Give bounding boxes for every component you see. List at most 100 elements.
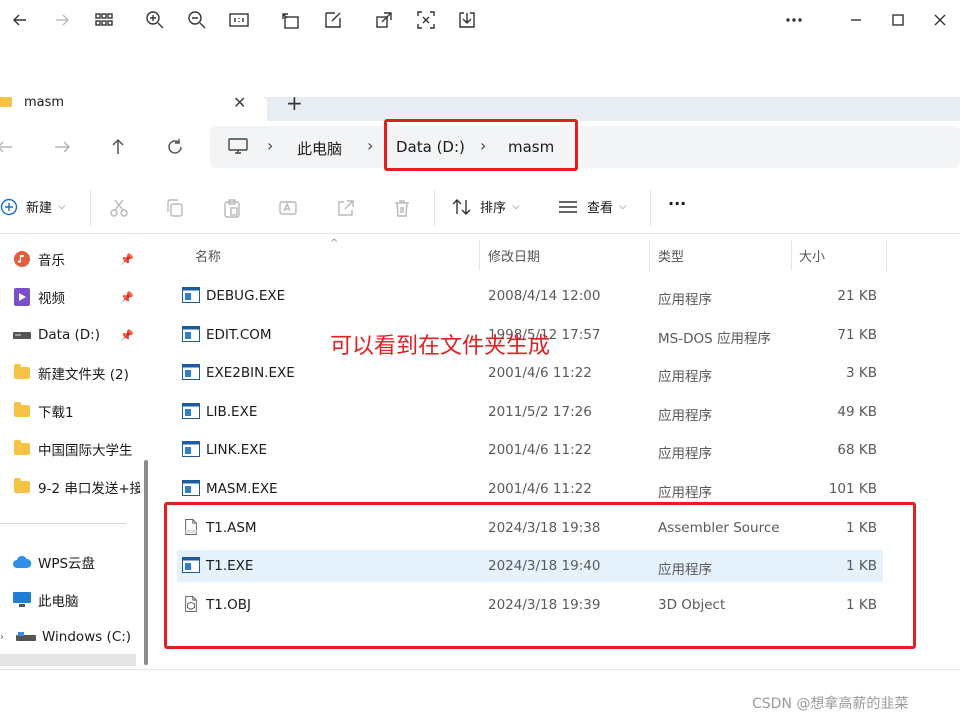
exe-icon: [182, 287, 200, 303]
sidebar-item-label: 下载1: [38, 405, 74, 421]
new-button[interactable]: 新建 ⌵: [0, 197, 66, 216]
file-row[interactable]: DEBUG.EXE 2008/4/14 12:00 应用程序 21 KB: [177, 280, 883, 312]
folder-icon: [0, 97, 12, 107]
paste-icon[interactable]: [222, 198, 244, 220]
column-divider[interactable]: [791, 240, 792, 270]
copy-icon[interactable]: [165, 198, 187, 220]
breadcrumb-this-pc[interactable]: 此电脑: [297, 138, 342, 159]
sort-button[interactable]: 排序 ⌵: [452, 197, 520, 216]
cut-icon[interactable]: [109, 198, 131, 220]
chevron-right-icon[interactable]: ›: [0, 632, 4, 643]
view-button[interactable]: 查看 ⌵: [558, 197, 627, 216]
file-row[interactable]: LIB.EXE 2011/5/2 17:26 应用程序 49 KB: [177, 396, 883, 428]
sidebar-selection-highlight: [0, 654, 136, 666]
download-icon[interactable]: [455, 8, 479, 32]
actual-size-icon[interactable]: [227, 8, 251, 32]
divider: [650, 190, 651, 226]
sidebar-item-wps-cloud[interactable]: WPS云盘: [0, 546, 140, 578]
refresh-icon[interactable]: [162, 134, 188, 160]
plus-circle-icon: [0, 198, 18, 215]
cloud-icon: [12, 553, 32, 571]
highlight-box-files: [164, 502, 916, 649]
breadcrumb-separator: ›: [367, 136, 374, 155]
folder-icon: [12, 478, 32, 496]
column-divider[interactable]: [479, 240, 480, 270]
file-type: MS-DOS 应用程序: [658, 331, 771, 347]
image-tool-icon[interactable]: [372, 8, 396, 32]
sidebar-item-label: 音乐: [38, 253, 65, 269]
back-arrow-icon[interactable]: [8, 8, 32, 32]
sidebar-item-cn-intl-students[interactable]: 中国国际大学生: [0, 433, 140, 465]
file-type: 应用程序: [658, 485, 712, 501]
sidebar-item-serial-send[interactable]: 9-2 串口发送+接: [0, 471, 140, 503]
translate-icon[interactable]: [414, 8, 438, 32]
rotate-icon[interactable]: [279, 8, 303, 32]
maximize-icon[interactable]: [886, 8, 910, 32]
file-name: MASM.EXE: [206, 481, 278, 497]
view-icon: [559, 200, 577, 213]
sort-label: 排序: [480, 201, 507, 216]
sidebar-item-video[interactable]: 视频 📌: [0, 281, 140, 313]
column-header-type[interactable]: 类型: [658, 246, 684, 265]
up-icon[interactable]: [105, 134, 131, 160]
tab-close-icon[interactable]: ✕: [233, 93, 246, 112]
more-options-icon[interactable]: [782, 8, 806, 32]
delete-icon[interactable]: [392, 198, 414, 220]
sidebar-item-data-drive[interactable]: Data (D:) 📌: [0, 319, 140, 351]
column-divider[interactable]: [886, 240, 887, 270]
sidebar-item-new-folder-2[interactable]: 新建文件夹 (2): [0, 357, 140, 389]
edit-icon[interactable]: [321, 8, 345, 32]
sidebar-item-label: Windows (C:): [42, 629, 132, 645]
column-header-size[interactable]: 大小: [799, 246, 825, 265]
viewer-toolbar: [0, 0, 960, 40]
file-date: 2001/4/6 11:22: [488, 442, 592, 458]
sidebar-item-music[interactable]: 音乐 📌: [0, 243, 140, 275]
sort-ascending-icon: ^: [330, 238, 339, 249]
share-icon[interactable]: [336, 198, 358, 220]
file-size: 71 KB: [837, 327, 877, 343]
sidebar-item-windows-c[interactable]: › Windows (C:): [0, 621, 140, 653]
view-label: 查看: [587, 201, 614, 216]
column-divider[interactable]: [649, 240, 650, 270]
tab-masm[interactable]: masm ✕: [0, 93, 267, 121]
chevron-down-icon: ⌵: [512, 201, 520, 212]
new-tab-button[interactable]: +: [286, 91, 303, 115]
folder-icon: [12, 402, 32, 420]
more-commands-button[interactable]: ···: [668, 194, 686, 213]
column-header-date[interactable]: 修改日期: [488, 246, 540, 265]
zoom-out-icon[interactable]: [185, 8, 209, 32]
sidebar-scrollbar[interactable]: [144, 460, 148, 665]
file-row[interactable]: MASM.EXE 2001/4/6 11:22 应用程序 101 KB: [177, 473, 883, 505]
file-name: EXE2BIN.EXE: [206, 365, 295, 381]
file-name: LINK.EXE: [206, 442, 268, 458]
file-date: 2001/4/6 11:22: [488, 365, 592, 381]
file-row[interactable]: EXE2BIN.EXE 2001/4/6 11:22 应用程序 3 KB: [177, 357, 883, 389]
forward-icon[interactable]: [49, 134, 75, 160]
file-name: DEBUG.EXE: [206, 288, 286, 304]
file-row[interactable]: LINK.EXE 2001/4/6 11:22 应用程序 68 KB: [177, 434, 883, 466]
forward-arrow-icon[interactable]: [50, 8, 74, 32]
zoom-in-icon[interactable]: [143, 8, 167, 32]
tab-label: masm: [24, 95, 65, 110]
file-size: 21 KB: [837, 288, 877, 304]
sidebar-divider: [0, 523, 126, 524]
folder-icon: [12, 440, 32, 458]
file-type: 应用程序: [658, 408, 712, 424]
column-header-name[interactable]: 名称: [195, 246, 221, 265]
sidebar-item-label: Data (D:): [38, 327, 101, 343]
navigation-pane: 音乐 📌 视频 📌 Data (D:) 📌 新建文件夹 (2) 下载1 中国国际…: [0, 240, 155, 670]
status-divider: [0, 669, 960, 670]
exe-icon: [182, 326, 200, 342]
grid-icon[interactable]: [92, 8, 116, 32]
sidebar-item-this-pc[interactable]: 此电脑: [0, 584, 140, 616]
address-bar[interactable]: › 此电脑 › Data (D:) › masm: [210, 126, 960, 168]
minimize-icon[interactable]: [844, 8, 868, 32]
chevron-down-icon: ⌵: [619, 201, 627, 212]
sidebar-item-label: 视频: [38, 291, 65, 307]
exe-icon: [182, 441, 200, 457]
divider: [90, 190, 91, 226]
back-icon[interactable]: [0, 134, 18, 160]
sidebar-item-download1[interactable]: 下载1: [0, 395, 140, 427]
close-window-icon[interactable]: [928, 8, 952, 32]
rename-icon[interactable]: [278, 198, 300, 220]
